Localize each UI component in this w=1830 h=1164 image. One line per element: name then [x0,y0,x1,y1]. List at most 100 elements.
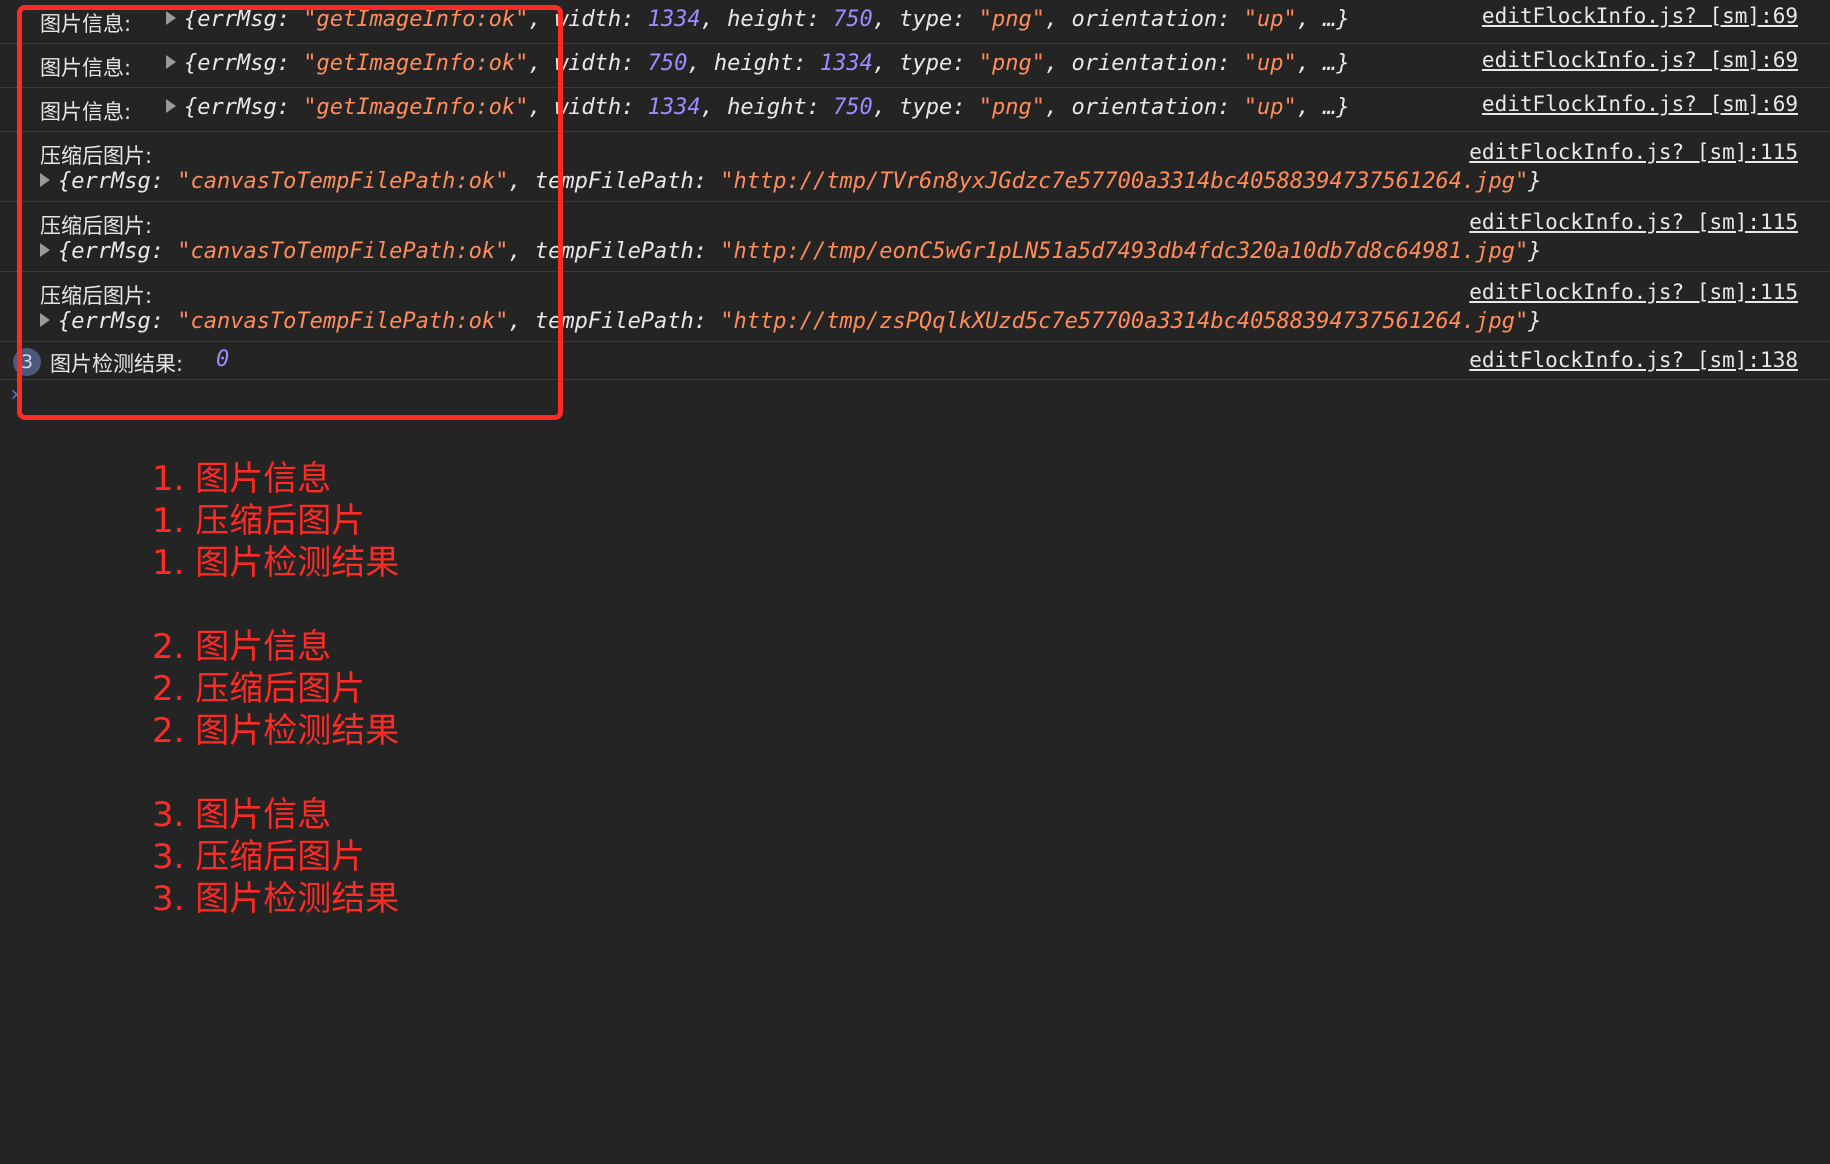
console-message: 图片信息: {errMsg: "getImageInfo:ok", width:… [0,88,1830,132]
value-token: : [276,51,304,76]
value-token: { [184,51,198,76]
value-token: "getImageInfo:ok" [303,51,529,76]
value-token: "getImageInfo:ok" [303,95,529,120]
source-link[interactable]: editFlockInfo.js? [sm]:69 [1482,48,1798,72]
expand-triangle-icon[interactable] [166,99,176,113]
value-token: 750 [833,7,873,32]
value-token: "http://tmp/zsPQqlkXUzd5c7e57700a3314bc4… [720,309,1529,334]
console-prompt-icon[interactable]: › [8,382,21,407]
source-link[interactable]: editFlockInfo.js? [sm]:138 [1469,348,1798,372]
value-token: {errMsg: [58,169,178,194]
value-token: "http://tmp/TVr6n8yxJGdzc7e57700a3314bc4… [720,169,1529,194]
value-token: 1334 [647,7,701,32]
value-token: "http://tmp/eonC5wGr1pLN51a5d7493db4fdc3… [720,239,1529,264]
repeat-count-badge: 3 [13,348,41,376]
value-token: , tempFilePath: [508,169,721,194]
value-token: } [1528,169,1542,194]
value-token: , type: [872,7,979,32]
annotation-line: 3. 图片检测结果 [152,879,400,919]
value-token: , height: [687,51,820,76]
value-token: , width: [528,51,648,76]
console-panel: 图片信息: {errMsg: "getImageInfo:ok", width:… [0,0,1830,380]
value-token: { [184,95,198,120]
source-link[interactable]: editFlockInfo.js? [sm]:115 [1469,140,1798,164]
annotation-line: 2. 压缩后图片 [152,669,366,709]
console-message: 压缩后图片: {errMsg: "canvasToTempFilePath:ok… [0,272,1830,342]
value-token: "canvasToTempFilePath:ok" [177,309,509,334]
value-token: , type: [872,95,979,120]
value-token: , …} [1296,51,1350,76]
value-token: "up" [1243,51,1297,76]
value-token: , height: [700,7,834,32]
console-message-result: 3 图片检测结果: 0 editFlockInfo.js? [sm]:138 [0,342,1830,380]
object-preview[interactable]: {errMsg: "getImageInfo:ok", width: 1334,… [166,7,1350,32]
value-token: "getImageInfo:ok" [303,7,529,32]
expand-triangle-icon[interactable] [166,55,176,69]
console-message: 压缩后图片: {errMsg: "canvasToTempFilePath:ok… [0,132,1830,202]
message-label: 图片检测结果: [50,352,184,376]
annotation-line: 3. 图片信息 [152,795,332,835]
expand-triangle-icon[interactable] [40,173,50,187]
value-token: 1334 [819,51,873,76]
expand-triangle-icon[interactable] [166,11,176,25]
value-token: } [1528,309,1542,334]
value-token: "png" [978,7,1046,32]
console-message: 图片信息: {errMsg: "getImageInfo:ok", width:… [0,44,1830,88]
source-link[interactable]: editFlockInfo.js? [sm]:69 [1482,92,1798,116]
value-token: 750 [833,95,873,120]
console-message: 压缩后图片: {errMsg: "canvasToTempFilePath:ok… [0,202,1830,272]
annotation-line: 1. 图片检测结果 [152,543,400,583]
source-link[interactable]: editFlockInfo.js? [sm]:115 [1469,280,1798,304]
value-token: , tempFilePath: [508,309,721,334]
message-label: 图片信息: [40,100,132,124]
message-label: 压缩后图片: [40,144,153,168]
value-token: : [276,7,304,32]
value-token: errMsg [197,7,277,32]
message-label: 压缩后图片: [40,284,153,308]
value-token: "canvasToTempFilePath:ok" [177,169,509,194]
value-token: errMsg [197,95,277,120]
source-link[interactable]: editFlockInfo.js? [sm]:69 [1482,4,1798,28]
annotation-line: 2. 图片检测结果 [152,711,400,751]
object-preview[interactable]: {errMsg: "canvasToTempFilePath:ok", temp… [40,309,1541,334]
value-token: , orientation: [1045,7,1244,32]
value-token: 1334 [647,95,701,120]
message-label: 图片信息: [40,56,132,80]
value-token: , …} [1296,7,1350,32]
annotation-group: 3. 图片信息 3. 压缩后图片 3. 图片检测结果 [152,794,399,920]
annotation-line: 1. 压缩后图片 [152,501,366,541]
value-token: : [276,95,304,120]
value-token: "png" [978,51,1046,76]
result-value: 0 [216,347,230,372]
object-preview[interactable]: {errMsg: "getImageInfo:ok", width: 1334,… [166,95,1350,120]
value-token: {errMsg: [58,309,178,334]
annotation-group: 1. 图片信息 1. 压缩后图片 1. 图片检测结果 [152,458,399,584]
value-token: { [184,7,198,32]
message-label: 压缩后图片: [40,214,153,238]
value-token: , width: [528,7,648,32]
value-token: , tempFilePath: [508,239,721,264]
value-token: "canvasToTempFilePath:ok" [177,239,509,264]
console-message: 图片信息: {errMsg: "getImageInfo:ok", width:… [0,0,1830,44]
value-token: 750 [647,51,688,76]
object-preview[interactable]: {errMsg: "canvasToTempFilePath:ok", temp… [40,239,1541,264]
value-token: "up" [1243,95,1297,120]
annotation-line: 2. 图片信息 [152,627,332,667]
value-token: "png" [978,95,1046,120]
source-link[interactable]: editFlockInfo.js? [sm]:115 [1469,210,1798,234]
value-token: , orientation: [1045,95,1244,120]
annotation-group: 2. 图片信息 2. 压缩后图片 2. 图片检测结果 [152,626,399,752]
value-token: "up" [1243,7,1297,32]
annotation-notes: 1. 图片信息 1. 压缩后图片 1. 图片检测结果 2. 图片信息 2. 压缩… [152,458,399,962]
value-token: , …} [1296,95,1350,120]
value-token: errMsg [197,51,277,76]
expand-triangle-icon[interactable] [40,243,50,257]
object-preview[interactable]: {errMsg: "canvasToTempFilePath:ok", temp… [40,169,1541,194]
object-preview[interactable]: {errMsg: "getImageInfo:ok", width: 750, … [166,51,1350,76]
annotation-line: 3. 压缩后图片 [152,837,366,877]
value-token: , orientation: [1045,51,1244,76]
expand-triangle-icon[interactable] [40,313,50,327]
value-token: {errMsg: [58,239,178,264]
value-token: , type: [872,51,979,76]
annotation-line: 1. 图片信息 [152,459,332,499]
